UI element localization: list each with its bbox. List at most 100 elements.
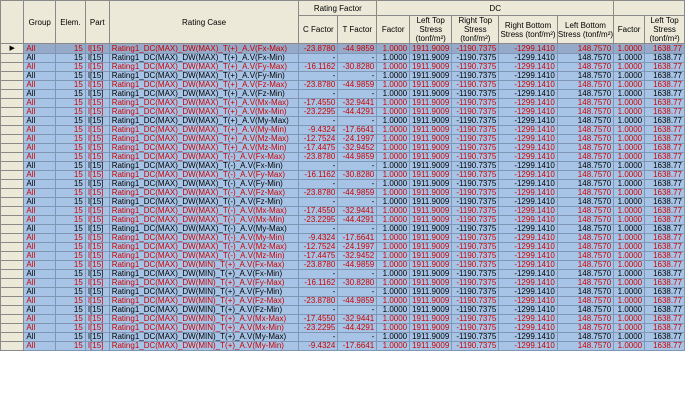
right-top-stress-cell[interactable]: -1190.7375 bbox=[451, 107, 500, 117]
factor-cell[interactable]: 1.0000 bbox=[376, 233, 411, 243]
part-cell[interactable]: I[15] bbox=[84, 224, 110, 234]
table-row[interactable]: All 15 I[15] Rating1_DC(MAX)_DW(MIN)_T(+)_A… bbox=[0, 296, 685, 306]
right-top-stress-cell[interactable]: -1190.7375 bbox=[451, 89, 500, 99]
right-bottom-stress-cell[interactable]: -1299.1410 bbox=[498, 260, 558, 270]
part-cell[interactable]: I[15] bbox=[84, 341, 110, 351]
elem-cell[interactable]: 15 bbox=[55, 107, 86, 117]
part-cell[interactable]: I[15] bbox=[84, 152, 110, 162]
right-bottom-stress-cell[interactable]: -1299.1410 bbox=[498, 161, 558, 171]
right-bottom-stress-cell[interactable]: -1299.1410 bbox=[498, 170, 558, 180]
right-bottom-stress-cell[interactable]: -1299.1410 bbox=[498, 323, 558, 333]
elem-cell[interactable]: 15 bbox=[55, 341, 86, 351]
table-row[interactable]: All 15 I[15] Rating1_DC(MAX)_DW(MAX)_T(-)_A… bbox=[0, 170, 685, 180]
left-top-stress-cell[interactable]: 1911.9009 bbox=[409, 43, 453, 54]
col-header-rating-factor[interactable]: Rating Factor bbox=[298, 0, 378, 16]
right-top-stress-cell[interactable]: -1190.7375 bbox=[451, 287, 500, 297]
left-bottom-stress-cell[interactable]: 148.7570 bbox=[556, 242, 615, 252]
left-bottom-stress-cell[interactable]: 148.7570 bbox=[556, 269, 615, 279]
rating-case-cell[interactable]: Rating1_DC(MAX)_DW(MIN)_T(+)_A.V(Mx-Min) bbox=[108, 323, 300, 333]
left-bottom-stress-cell[interactable]: 148.7570 bbox=[556, 278, 615, 288]
row-selector[interactable] bbox=[0, 305, 25, 315]
right-top-stress-cell[interactable]: -1190.7375 bbox=[451, 170, 500, 180]
part-cell[interactable]: I[15] bbox=[84, 53, 110, 63]
elem-cell[interactable]: 15 bbox=[55, 71, 86, 81]
right-top-stress-cell[interactable]: -1190.7375 bbox=[451, 179, 500, 189]
part-cell[interactable]: I[15] bbox=[84, 278, 110, 288]
left-top-stress-2-cell[interactable]: 1638.77 bbox=[644, 161, 685, 171]
left-top-stress-cell[interactable]: 1911.9009 bbox=[409, 80, 453, 90]
rating-case-cell[interactable]: Rating1_DC(MAX)_DW(MAX)_T(+)_A.V(Fz-Min) bbox=[108, 89, 300, 99]
right-top-stress-cell[interactable]: -1190.7375 bbox=[451, 278, 500, 288]
rating-case-cell[interactable]: Rating1_DC(MAX)_DW(MAX)_T(+)_A.V(My-Max) bbox=[108, 116, 300, 126]
left-top-stress-2-cell[interactable]: 1638.77 bbox=[644, 323, 685, 333]
left-bottom-stress-cell[interactable]: 148.7570 bbox=[556, 215, 615, 225]
left-top-stress-2-cell[interactable]: 1638.77 bbox=[644, 170, 685, 180]
rating-case-cell[interactable]: Rating1_DC(MAX)_DW(MAX)_T(+)_A.V(Fy-Min) bbox=[108, 71, 300, 81]
c-factor-cell[interactable]: -17.4550 bbox=[298, 206, 339, 216]
factor-cell[interactable]: 1.0000 bbox=[376, 98, 411, 108]
left-top-stress-2-cell[interactable]: 1638.77 bbox=[644, 116, 685, 126]
c-factor-cell[interactable]: - bbox=[298, 71, 339, 81]
rating-case-cell[interactable]: Rating1_DC(MAX)_DW(MAX)_T(-)_A.V(Mz-Max) bbox=[108, 242, 300, 252]
col-header-next-group[interactable] bbox=[613, 0, 685, 16]
factor-cell[interactable]: 1.0000 bbox=[376, 251, 411, 261]
rating-case-cell[interactable]: Rating1_DC(MAX)_DW(MIN)_T(+)_A.V(Mx-Max) bbox=[108, 314, 300, 324]
row-selector[interactable] bbox=[0, 143, 25, 153]
rating-case-cell[interactable]: Rating1_DC(MAX)_DW(MAX)_T(+)_A.V(Fx-Max) bbox=[108, 43, 300, 54]
table-row[interactable]: All 15 I[15] Rating1_DC(MAX)_DW(MIN)_T(+)_A… bbox=[0, 260, 685, 270]
left-top-stress-2-cell[interactable]: 1638.77 bbox=[644, 278, 685, 288]
factor-cell[interactable]: 1.0000 bbox=[376, 116, 411, 126]
left-bottom-stress-cell[interactable]: 148.7570 bbox=[556, 43, 615, 54]
factor-cell[interactable]: 1.0000 bbox=[376, 305, 411, 315]
group-cell[interactable]: All bbox=[23, 287, 57, 297]
left-top-stress-cell[interactable]: 1911.9009 bbox=[409, 89, 453, 99]
elem-cell[interactable]: 15 bbox=[55, 197, 86, 207]
right-top-stress-cell[interactable]: -1190.7375 bbox=[451, 98, 500, 108]
table-row[interactable]: All 15 I[15] Rating1_DC(MAX)_DW(MAX)_T(-)_A… bbox=[0, 251, 685, 261]
right-top-stress-cell[interactable]: -1190.7375 bbox=[451, 197, 500, 207]
right-top-stress-cell[interactable]: -1190.7375 bbox=[451, 53, 500, 63]
elem-cell[interactable]: 15 bbox=[55, 89, 86, 99]
left-top-stress-2-cell[interactable]: 1638.77 bbox=[644, 107, 685, 117]
table-row[interactable]: All 15 I[15] Rating1_DC(MAX)_DW(MAX)_T(+)_A… bbox=[0, 107, 685, 117]
right-bottom-stress-cell[interactable]: -1299.1410 bbox=[498, 107, 558, 117]
elem-cell[interactable]: 15 bbox=[55, 134, 86, 144]
row-selector[interactable] bbox=[0, 206, 25, 216]
table-row[interactable]: All 15 I[15] Rating1_DC(MAX)_DW(MIN)_T(+)_A… bbox=[0, 305, 685, 315]
factor-2-cell[interactable]: 1.0000 bbox=[613, 197, 646, 207]
table-row[interactable]: All 15 I[15] Rating1_DC(MAX)_DW(MAX)_T(+)_A… bbox=[0, 53, 685, 63]
left-top-stress-cell[interactable]: 1911.9009 bbox=[409, 224, 453, 234]
row-selector[interactable] bbox=[0, 80, 25, 90]
factor-2-cell[interactable]: 1.0000 bbox=[613, 125, 646, 135]
factor-cell[interactable]: 1.0000 bbox=[376, 341, 411, 351]
row-selector[interactable] bbox=[0, 197, 25, 207]
row-selector[interactable] bbox=[0, 278, 25, 288]
elem-cell[interactable]: 15 bbox=[55, 98, 86, 108]
t-factor-cell[interactable]: -44.9859 bbox=[337, 188, 378, 198]
rating-case-cell[interactable]: Rating1_DC(MAX)_DW(MIN)_T(+)_A.V(Fz-Max) bbox=[108, 296, 300, 306]
left-top-stress-2-cell[interactable]: 1638.77 bbox=[644, 233, 685, 243]
factor-cell[interactable]: 1.0000 bbox=[376, 125, 411, 135]
right-top-stress-cell[interactable]: -1190.7375 bbox=[451, 224, 500, 234]
left-bottom-stress-cell[interactable]: 148.7570 bbox=[556, 233, 615, 243]
factor-2-cell[interactable]: 1.0000 bbox=[613, 80, 646, 90]
right-top-stress-cell[interactable]: -1190.7375 bbox=[451, 71, 500, 81]
right-bottom-stress-cell[interactable]: -1299.1410 bbox=[498, 242, 558, 252]
c-factor-cell[interactable]: -12.7524 bbox=[298, 242, 339, 252]
part-cell[interactable]: I[15] bbox=[84, 305, 110, 315]
left-top-stress-2-cell[interactable]: 1638.77 bbox=[644, 62, 685, 72]
factor-2-cell[interactable]: 1.0000 bbox=[613, 134, 646, 144]
table-row[interactable]: All 15 I[15] Rating1_DC(MAX)_DW(MIN)_T(+)_A… bbox=[0, 278, 685, 288]
left-bottom-stress-cell[interactable]: 148.7570 bbox=[556, 98, 615, 108]
left-top-stress-cell[interactable]: 1911.9009 bbox=[409, 251, 453, 261]
t-factor-cell[interactable]: -44.9859 bbox=[337, 260, 378, 270]
left-bottom-stress-cell[interactable]: 148.7570 bbox=[556, 314, 615, 324]
c-factor-cell[interactable]: - bbox=[298, 53, 339, 63]
left-bottom-stress-cell[interactable]: 148.7570 bbox=[556, 71, 615, 81]
factor-2-cell[interactable]: 1.0000 bbox=[613, 269, 646, 279]
left-top-stress-cell[interactable]: 1911.9009 bbox=[409, 296, 453, 306]
table-row[interactable]: All 15 I[15] Rating1_DC(MAX)_DW(MAX)_T(-)_A… bbox=[0, 179, 685, 189]
right-bottom-stress-cell[interactable]: -1299.1410 bbox=[498, 152, 558, 162]
table-row[interactable]: All 15 I[15] Rating1_DC(MAX)_DW(MIN)_T(+)_A… bbox=[0, 287, 685, 297]
c-factor-cell[interactable]: - bbox=[298, 89, 339, 99]
